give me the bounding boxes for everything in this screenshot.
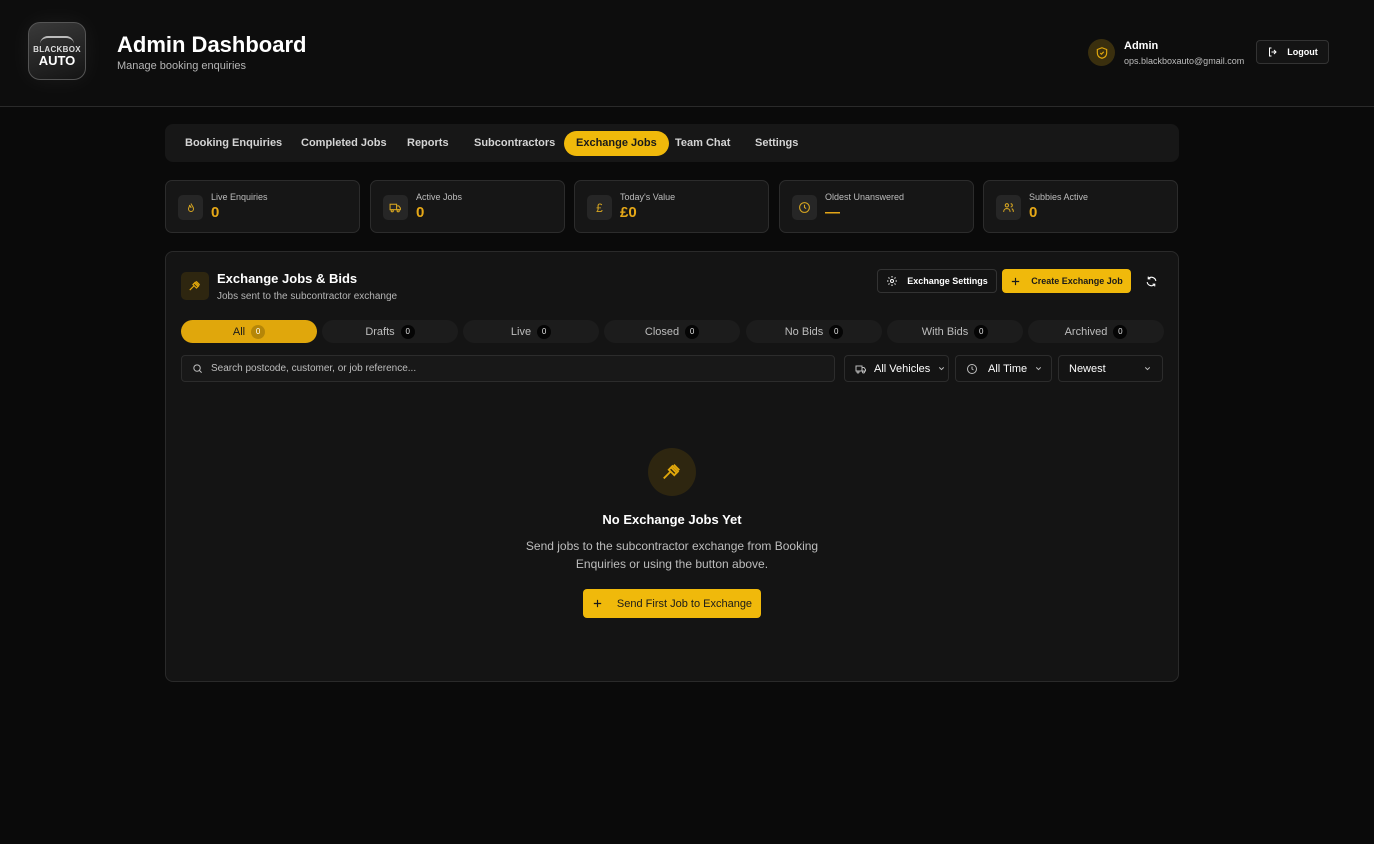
search-input[interactable] (211, 363, 811, 374)
stat-value: 0 (1029, 204, 1038, 221)
filter-label: Archived (1064, 325, 1108, 338)
stat-label: Active Jobs (416, 192, 463, 202)
create-exchange-job-label: Create Exchange Job (1031, 276, 1123, 286)
filter-label: No Bids (784, 325, 824, 338)
search-box (181, 355, 835, 382)
car-silhouette-icon (40, 35, 74, 44)
exchange-panel: Exchange Jobs & Bids Jobs sent to the su… (165, 251, 1179, 682)
filter-with-bids[interactable]: With Bids 0 (887, 320, 1023, 343)
filter-all[interactable]: All 0 (181, 320, 317, 343)
stat-value: £0 (620, 204, 637, 221)
filter-count: 0 (400, 324, 415, 339)
filter-count: 0 (251, 324, 266, 339)
panel-subtitle: Jobs sent to the subcontractor exchange (217, 291, 398, 302)
stat-label: Today's Value (620, 192, 676, 202)
page-title: Admin Dashboard (117, 32, 307, 57)
tab-booking-enquiries[interactable]: Booking Enquiries (185, 131, 282, 156)
search-icon (192, 363, 203, 374)
filter-live[interactable]: Live 0 (463, 320, 599, 343)
page-subtitle: Manage booking enquiries (117, 60, 247, 72)
main-nav: Booking Enquiries Completed Jobs Reports… (165, 124, 1179, 162)
pound-icon: £ (587, 195, 612, 220)
empty-state-title: No Exchange Jobs Yet (602, 512, 742, 527)
time-select-value: All Time (988, 362, 1028, 375)
tab-reports[interactable]: Reports (407, 131, 449, 156)
tab-settings[interactable]: Settings (755, 131, 798, 156)
chevron-down-icon (937, 364, 946, 373)
tab-exchange-jobs[interactable]: Exchange Jobs (564, 131, 669, 156)
stat-active-jobs: Active Jobs 0 (370, 180, 565, 233)
plus-icon (1010, 276, 1021, 287)
stat-value: — (825, 204, 840, 221)
send-first-job-label: Send First Job to Exchange (616, 597, 753, 610)
gavel-icon (648, 448, 696, 496)
time-select[interactable]: All Time (955, 355, 1052, 382)
stat-label: Live Enquiries (211, 192, 268, 202)
logout-icon (1267, 46, 1279, 58)
logo-text-bottom: AUTO (38, 52, 76, 68)
flame-icon (178, 195, 203, 220)
filter-label: Drafts (365, 325, 395, 338)
filter-count: 0 (1113, 324, 1128, 339)
stat-label: Subbies Active (1029, 192, 1089, 202)
refresh-icon[interactable] (1142, 272, 1160, 290)
vehicle-select-value: All Vehicles (874, 362, 931, 375)
plus-icon (592, 598, 603, 609)
exchange-settings-label: Exchange Settings (907, 276, 988, 286)
filter-drafts[interactable]: Drafts 0 (322, 320, 458, 343)
stat-value: 0 (416, 204, 425, 221)
filter-count: 0 (537, 324, 552, 339)
clock-icon (792, 195, 817, 220)
app-header: BLACKBOX AUTO Admin Dashboard Manage boo… (0, 0, 1374, 107)
truck-icon (855, 363, 867, 375)
tab-completed-jobs[interactable]: Completed Jobs (301, 131, 387, 156)
panel-title: Exchange Jobs & Bids (217, 271, 358, 286)
user-email: ops.blackboxauto@gmail.com (1124, 56, 1245, 66)
stat-subbies-active: Subbies Active 0 (983, 180, 1178, 233)
create-exchange-job-button[interactable]: Create Exchange Job (1002, 269, 1131, 293)
tab-team-chat[interactable]: Team Chat (675, 131, 730, 156)
stat-oldest-unanswered: Oldest Unanswered — (779, 180, 974, 233)
exchange-settings-button[interactable]: Exchange Settings (877, 269, 997, 293)
clock-icon (966, 363, 978, 375)
filter-label: All (232, 325, 246, 338)
stat-live-enquiries: Live Enquiries 0 (165, 180, 360, 233)
brand-logo[interactable]: BLACKBOX AUTO (28, 22, 86, 80)
filter-no-bids[interactable]: No Bids 0 (746, 320, 882, 343)
empty-state-text: Send jobs to the subcontractor exchange … (525, 539, 819, 571)
users-icon (996, 195, 1021, 220)
logout-label: Logout (1287, 47, 1318, 57)
filter-label: With Bids (921, 325, 969, 338)
filter-archived[interactable]: Archived 0 (1028, 320, 1164, 343)
filter-closed[interactable]: Closed 0 (604, 320, 740, 343)
chevron-down-icon (1034, 364, 1043, 373)
filter-count: 0 (685, 324, 700, 339)
truck-icon (383, 195, 408, 220)
filter-label: Live (510, 325, 532, 338)
stat-todays-value: £ Today's Value £0 (574, 180, 769, 233)
filter-count: 0 (829, 324, 844, 339)
tab-subcontractors[interactable]: Subcontractors (474, 131, 555, 156)
gavel-icon (181, 272, 209, 300)
gear-icon (886, 275, 898, 287)
vehicle-select[interactable]: All Vehicles (844, 355, 949, 382)
stat-value: 0 (211, 204, 220, 221)
logout-button[interactable]: Logout (1256, 40, 1329, 64)
sort-select[interactable]: Newest (1058, 355, 1163, 382)
filter-label: Closed (644, 325, 680, 338)
stat-label: Oldest Unanswered (825, 192, 905, 202)
shield-icon (1088, 39, 1115, 66)
user-name: Admin (1124, 40, 1159, 52)
filter-count: 0 (974, 324, 989, 339)
send-first-job-button[interactable]: Send First Job to Exchange (583, 589, 761, 618)
sort-select-value: Newest (1069, 362, 1106, 375)
chevron-down-icon (1143, 364, 1152, 373)
